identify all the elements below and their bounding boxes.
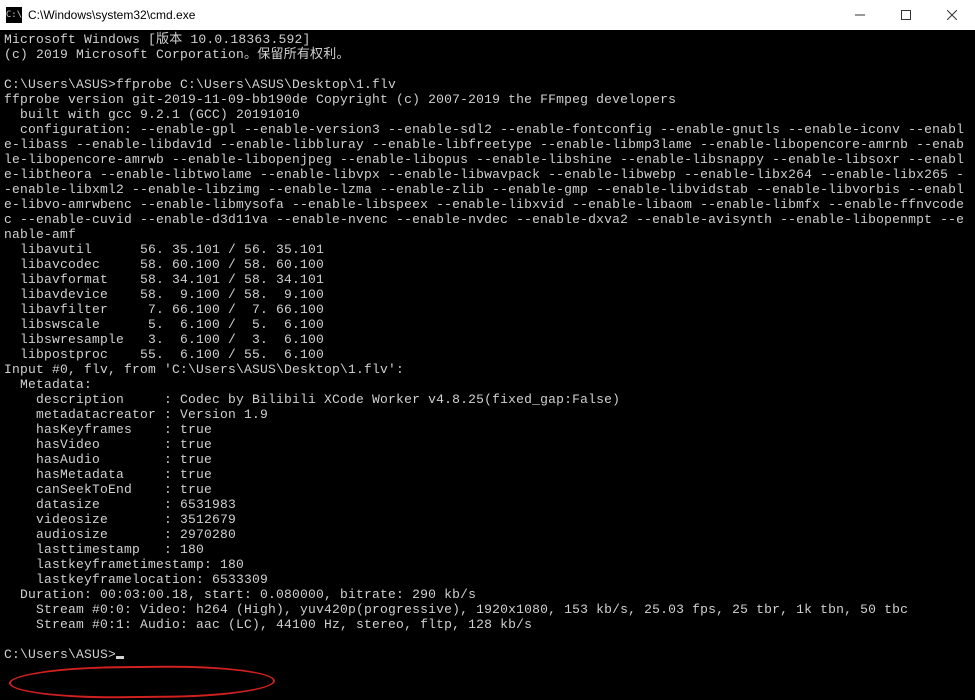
- output-line: le-libopencore-amrwb --enable-libopenjpe…: [4, 152, 964, 167]
- output-line: libavformat 58. 34.101 / 58. 34.101: [4, 272, 324, 287]
- maximize-button[interactable]: [883, 0, 929, 30]
- output-line: (c) 2019 Microsoft Corporation。保留所有权利。: [4, 47, 350, 62]
- output-line: hasKeyframes : true: [4, 422, 212, 437]
- output-line: e-libvo-amrwbenc --enable-libmysofa --en…: [4, 197, 964, 212]
- output-line: C:\Users\ASUS>ffprobe C:\Users\ASUS\Desk…: [4, 77, 396, 92]
- output-line: hasVideo : true: [4, 437, 212, 452]
- annotation-circle: [9, 665, 275, 699]
- output-line: libswresample 3. 6.100 / 3. 6.100: [4, 332, 324, 347]
- output-line: libpostproc 55. 6.100 / 55. 6.100: [4, 347, 324, 362]
- maximize-icon: [901, 10, 911, 20]
- close-icon: [947, 10, 957, 20]
- output-line: datasize : 6531983: [4, 497, 236, 512]
- cursor: [116, 656, 124, 659]
- output-line: configuration: --enable-gpl --enable-ver…: [4, 122, 964, 137]
- output-line: ffprobe version git-2019-11-09-bb190de C…: [4, 92, 676, 107]
- terminal-output[interactable]: Microsoft Windows [版本 10.0.18363.592] (c…: [0, 30, 975, 700]
- output-line: Stream #0:0: Video: h264 (High), yuv420p…: [4, 602, 908, 617]
- window-title: C:\Windows\system32\cmd.exe: [28, 8, 195, 22]
- prompt-line: C:\Users\ASUS>: [4, 647, 116, 662]
- output-line: description : Codec by Bilibili XCode Wo…: [4, 392, 620, 407]
- output-line: canSeekToEnd : true: [4, 482, 212, 497]
- output-line: audiosize : 2970280: [4, 527, 236, 542]
- cmd-icon: C:\: [6, 7, 22, 23]
- output-line: libavfilter 7. 66.100 / 7. 66.100: [4, 302, 324, 317]
- minimize-button[interactable]: [837, 0, 883, 30]
- titlebar[interactable]: C:\ C:\Windows\system32\cmd.exe: [0, 0, 975, 30]
- output-line: Microsoft Windows [版本 10.0.18363.592]: [4, 32, 310, 47]
- output-line: hasMetadata : true: [4, 467, 212, 482]
- output-line: c --enable-cuvid --enable-d3d11va --enab…: [4, 212, 964, 227]
- output-line: nable-amf: [4, 227, 76, 242]
- output-line: libswscale 5. 6.100 / 5. 6.100: [4, 317, 324, 332]
- output-line: lastkeyframetimestamp: 180: [4, 557, 244, 572]
- close-button[interactable]: [929, 0, 975, 30]
- output-line: lastkeyframelocation: 6533309: [4, 572, 268, 587]
- output-line: metadatacreator : Version 1.9: [4, 407, 268, 422]
- output-line: -enable-libxml2 --enable-libzimg --enabl…: [4, 182, 964, 197]
- cmd-window: C:\ C:\Windows\system32\cmd.exe Microsof…: [0, 0, 975, 700]
- output-line: built with gcc 9.2.1 (GCC) 20191010: [4, 107, 300, 122]
- minimize-icon: [855, 10, 865, 20]
- output-line: Metadata:: [4, 377, 92, 392]
- output-line: libavdevice 58. 9.100 / 58. 9.100: [4, 287, 324, 302]
- output-line: hasAudio : true: [4, 452, 212, 467]
- output-line: Stream #0:1: Audio: aac (LC), 44100 Hz, …: [4, 617, 532, 632]
- output-line: Input #0, flv, from 'C:\Users\ASUS\Deskt…: [4, 362, 404, 377]
- output-line: e-libtheora --enable-libtwolame --enable…: [4, 167, 964, 182]
- output-line: libavcodec 58. 60.100 / 58. 60.100: [4, 257, 324, 272]
- output-line: e-libass --enable-libdav1d --enable-libb…: [4, 137, 964, 152]
- output-line: videosize : 3512679: [4, 512, 236, 527]
- output-line: libavutil 56. 35.101 / 56. 35.101: [4, 242, 324, 257]
- output-line: lasttimestamp : 180: [4, 542, 204, 557]
- output-line: Duration: 00:03:00.18, start: 0.080000, …: [4, 587, 476, 602]
